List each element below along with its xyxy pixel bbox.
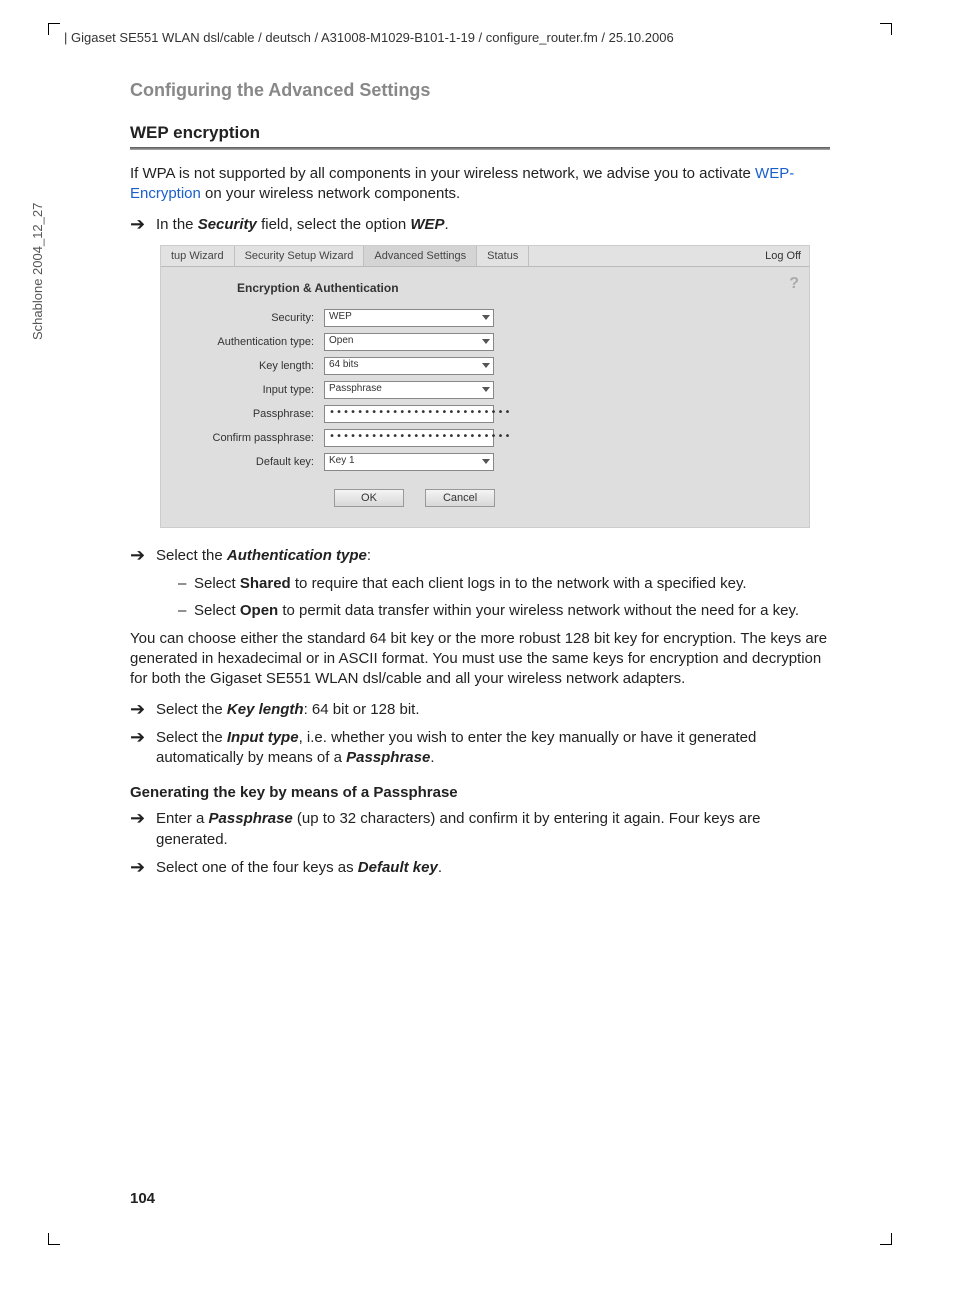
tab-bar: tup Wizard Security Setup Wizard Advance… — [161, 246, 809, 267]
keylen-select[interactable]: 64 bits — [324, 357, 494, 375]
keylen-label: Key length: — [179, 360, 324, 372]
step-item: ➔ Select the Authentication type: — [130, 546, 830, 566]
tab-advanced-settings[interactable]: Advanced Settings — [364, 246, 477, 266]
running-header: | Gigaset SE551 WLAN dsl/cable / deutsch… — [64, 30, 674, 45]
arrow-icon: ➔ — [130, 546, 156, 566]
page-number: 104 — [130, 1190, 155, 1207]
defaultkey-select[interactable]: Key 1 — [324, 453, 494, 471]
arrow-icon: ➔ — [130, 809, 156, 850]
help-icon[interactable]: ? — [789, 275, 799, 293]
section-rule — [130, 147, 830, 150]
security-select[interactable]: WEP — [324, 309, 494, 327]
crop-mark — [48, 1233, 60, 1245]
passphrase-input[interactable]: •••••••••••••••••••••••••• — [324, 405, 494, 423]
arrow-icon: ➔ — [130, 700, 156, 720]
crop-mark — [48, 23, 60, 35]
arrow-icon: ➔ — [130, 215, 156, 235]
step-text: Select one of the four keys as Default k… — [156, 858, 830, 878]
step-item: ➔ Select the Input type, i.e. whether yo… — [130, 728, 830, 769]
auth-label: Authentication type: — [179, 336, 324, 348]
text: on your wireless network components. — [201, 185, 460, 202]
tab-security-wizard[interactable]: Security Setup Wizard — [235, 246, 365, 266]
arrow-icon: ➔ — [130, 858, 156, 878]
confirm-label: Confirm passphrase: — [179, 432, 324, 444]
auth-select[interactable]: Open — [324, 333, 494, 351]
inputtype-select[interactable]: Passphrase — [324, 381, 494, 399]
step-text: Select the Authentication type: — [156, 546, 830, 566]
step-item: ➔ In the Security field, select the opti… — [130, 215, 830, 235]
sub-heading: Generating the key by means of a Passphr… — [130, 784, 830, 801]
arrow-icon: ➔ — [130, 728, 156, 769]
confirm-input[interactable]: •••••••••••••••••••••••••• — [324, 429, 494, 447]
sub-step: – Select Open to permit data transfer wi… — [178, 601, 830, 621]
ok-button[interactable]: OK — [334, 489, 404, 507]
step-item: ➔ Select one of the four keys as Default… — [130, 858, 830, 878]
sub-step: – Select Shared to require that each cli… — [178, 574, 830, 594]
section-title: WEP encryption — [130, 123, 830, 143]
text: If WPA is not supported by all component… — [130, 165, 755, 182]
tab-status[interactable]: Status — [477, 246, 529, 266]
step-item: ➔ Enter a Passphrase (up to 32 character… — [130, 809, 830, 850]
intro-paragraph: If WPA is not supported by all component… — [130, 164, 830, 205]
router-ui-screenshot: tup Wizard Security Setup Wizard Advance… — [160, 245, 810, 528]
step-item: ➔ Select the Key length: 64 bit or 128 b… — [130, 700, 830, 720]
panel-heading: Encryption & Authentication — [237, 281, 791, 295]
crop-mark — [880, 23, 892, 35]
inputtype-label: Input type: — [179, 384, 324, 396]
logoff-link[interactable]: Log Off — [757, 246, 809, 266]
security-label: Security: — [179, 312, 324, 324]
chapter-title: Configuring the Advanced Settings — [130, 80, 830, 101]
template-stamp: Schablone 2004_12_27 — [30, 203, 45, 340]
passphrase-label: Passphrase: — [179, 408, 324, 420]
tab-setup-wizard[interactable]: tup Wizard — [161, 246, 235, 266]
body-paragraph: You can choose either the standard 64 bi… — [130, 629, 830, 690]
step-text: In the Security field, select the option… — [156, 215, 830, 235]
defaultkey-label: Default key: — [179, 456, 324, 468]
wep-link[interactable]: WEP — [755, 165, 789, 182]
cancel-button[interactable]: Cancel — [425, 489, 495, 507]
step-text: Enter a Passphrase (up to 32 characters)… — [156, 809, 830, 850]
step-text: Select the Input type, i.e. whether you … — [156, 728, 830, 769]
crop-mark — [880, 1233, 892, 1245]
step-text: Select the Key length: 64 bit or 128 bit… — [156, 700, 830, 720]
